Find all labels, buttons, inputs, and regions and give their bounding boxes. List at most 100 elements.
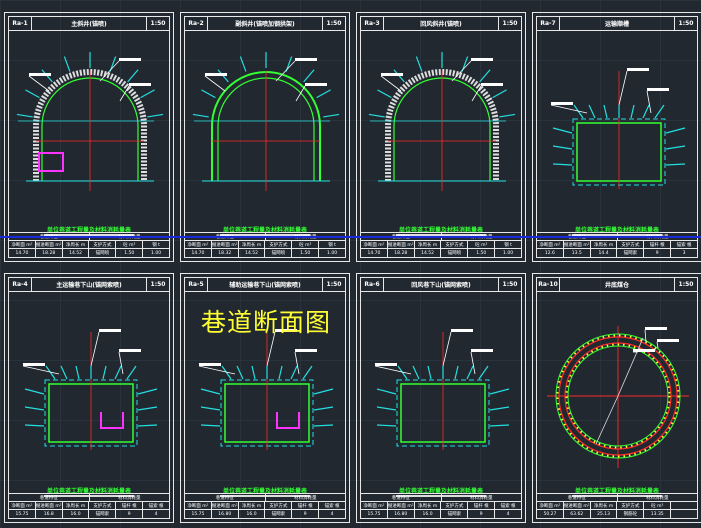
anchor-bolt xyxy=(552,145,573,150)
table-col-header: 支护方式 xyxy=(89,241,117,248)
table-group-header: 材料消耗量 xyxy=(646,495,669,501)
table-col-header: 净断面 m² xyxy=(361,241,388,248)
anchor-bolt xyxy=(290,365,298,380)
table-cell: 16.80 xyxy=(388,510,415,518)
table-cell: 1.50 xyxy=(116,249,144,257)
table-cell: 14.70 xyxy=(9,249,36,257)
anchor-bolt xyxy=(24,388,45,395)
drawing-sheet-ra-6[interactable]: Ra-6 回风巷下山(锚网索喷) 1:50 单位巷道工程量及材料消耗量表 巷道特… xyxy=(356,273,526,523)
table-cell: 13.35 xyxy=(644,510,672,518)
anchor-bolt xyxy=(147,113,164,118)
table-cell: 锚网索 xyxy=(265,510,293,518)
anchor-bolt xyxy=(313,406,334,411)
table-cell: 18.32 xyxy=(212,249,239,257)
table-group-header: 材料消耗量 xyxy=(294,495,317,501)
sheet-frame: Ra-3 回风斜井(锚喷) 1:50 单位巷道工程量及材料消耗量表 巷道特征材料… xyxy=(360,16,522,258)
anchor-bolt xyxy=(16,113,33,118)
sheet-frame: Ra-1 主斜井(锚喷) 1:50 单位巷道工程量及材料消耗量表 巷道特征材料消… xyxy=(8,16,170,258)
section-drawing xyxy=(16,52,164,191)
anchor-bolt xyxy=(316,89,331,99)
table-col-header: 掘进断面 m² xyxy=(35,502,63,509)
table-cell: 锚网索 xyxy=(441,510,469,518)
label-block xyxy=(381,73,403,76)
table-cell: 1.00 xyxy=(503,250,514,256)
label-block xyxy=(451,329,473,332)
label-block xyxy=(295,349,317,352)
label-block xyxy=(375,363,397,366)
leader-line xyxy=(380,75,402,92)
anchor-bolt xyxy=(630,104,635,119)
table-col-header: 钢 t xyxy=(504,242,512,248)
label-block xyxy=(657,339,679,342)
drawing-title: 回风巷下山(锚网索喷) xyxy=(384,278,499,291)
drawing-title: 主运输巷下山(锚网索喷) xyxy=(32,278,147,291)
label-block xyxy=(29,73,51,76)
table-col-header: 锚索 根 xyxy=(500,503,516,509)
drawing-title: 运输顺槽 xyxy=(560,17,675,30)
table-col-header: 锚索 根 xyxy=(676,242,692,248)
anchor-bolt xyxy=(552,163,573,166)
table-col-header: 砼 m³ xyxy=(292,241,320,248)
table-cell: 14.70 xyxy=(361,249,388,257)
table-col-header: 钢 t xyxy=(152,242,160,248)
table-cell: 14.4 xyxy=(591,249,618,257)
anchor-bolt xyxy=(415,56,423,72)
table-col-header: 锚索 根 xyxy=(324,503,340,509)
drawing-scale: 1:50 xyxy=(678,20,694,27)
anchor-bolt xyxy=(137,424,158,427)
title-block: Ra-4 主运输巷下山(锚网索喷) 1:50 xyxy=(9,278,169,292)
table-col-header: 锚杆 根 xyxy=(292,502,320,509)
anchor-bolt xyxy=(200,388,221,395)
anchor-bolt xyxy=(454,365,459,380)
table-cell: 3 xyxy=(682,250,686,256)
leader-line xyxy=(470,351,476,375)
table-col-header: 净断面 m² xyxy=(537,241,564,248)
label-block xyxy=(23,363,45,366)
drawing-sheet-ra-2[interactable]: Ra-2 副斜井(锚喷加钢拱架) 1:50 单位巷道工程量及材料消耗量表 巷道特… xyxy=(180,12,350,262)
anchor-bolt xyxy=(313,388,334,395)
drawing-sheet-ra-3[interactable]: Ra-3 回风斜井(锚喷) 1:50 单位巷道工程量及材料消耗量表 巷道特征材料… xyxy=(356,12,526,262)
drawing-code: Ra-1 xyxy=(9,17,32,30)
table-group-header: 巷道特征 xyxy=(361,494,442,501)
table-cell: 9 xyxy=(292,510,320,518)
table-cell: 16.0 xyxy=(239,510,266,518)
table-cell: 16.0 xyxy=(63,510,90,518)
table-cell: 9 xyxy=(644,249,672,257)
table-group-header: 巷道特征 xyxy=(9,494,90,501)
table-col-header: 锚杆 根 xyxy=(468,502,496,509)
table-cell: 9 xyxy=(468,510,496,518)
anchor-bolt xyxy=(200,424,221,427)
anchor-bolt xyxy=(654,104,665,119)
drawing-sheet-ra-7[interactable]: Ra-7 运输顺槽 1:50 单位巷道工程量及材料消耗量表 巷道特征材料消耗量 … xyxy=(532,12,701,262)
table-cell: 12.6 xyxy=(537,249,564,257)
table-col-header: 砼 m³ xyxy=(644,502,672,509)
anchor-bolt xyxy=(25,89,40,99)
table-cell: 14.70 xyxy=(185,249,212,257)
table-col-header: 净断面 m² xyxy=(185,241,212,248)
table-col-header: 支护方式 xyxy=(441,241,469,248)
anchor-bolt xyxy=(127,69,139,83)
sheet-frame: Ra-2 副斜井(锚喷加钢拱架) 1:50 单位巷道工程量及材料消耗量表 巷道特… xyxy=(184,16,346,258)
anchor-bolt xyxy=(466,365,474,380)
label-block xyxy=(119,349,141,352)
leader-line xyxy=(656,341,659,349)
table-cell: 18.28 xyxy=(388,249,415,257)
anchor-bolt xyxy=(427,365,432,380)
table-col-header: 净断面 m² xyxy=(185,502,212,509)
drawing-sheet-ra-10[interactable]: Ra-10 井底煤仓 1:50 单位巷道工程量及材料消耗量表 巷道特征 材料消耗量… xyxy=(532,273,701,523)
radius-line xyxy=(617,337,644,397)
leader-line xyxy=(22,365,60,375)
label-block xyxy=(551,102,573,105)
label-block xyxy=(305,83,327,86)
drawing-sheet-ra-4[interactable]: Ra-4 主运输巷下山(锚网索喷) 1:50 单位巷道工程量及材料消耗量表 巷道… xyxy=(4,273,174,523)
table-cell: 63.62 xyxy=(564,510,591,518)
anchor-bolt xyxy=(239,56,247,72)
drawing-code: Ra-4 xyxy=(9,278,32,291)
table-col-header: 掘进断面 m² xyxy=(387,241,415,248)
anchor-bolt xyxy=(251,365,256,380)
leader-line xyxy=(374,365,412,375)
table-group-header: 巷道特征 xyxy=(537,494,618,501)
anchor-bolt xyxy=(302,365,313,380)
drawing-sheet-ra-1[interactable]: Ra-1 主斜井(锚喷) 1:50 单位巷道工程量及材料消耗量表 巷道特征材料消… xyxy=(4,12,174,262)
quantity-table: 巷道特征 材料消耗量 净断面 m²掘进断面 m²净周长 m支护方式锚杆 根锚索 根… xyxy=(185,493,345,518)
